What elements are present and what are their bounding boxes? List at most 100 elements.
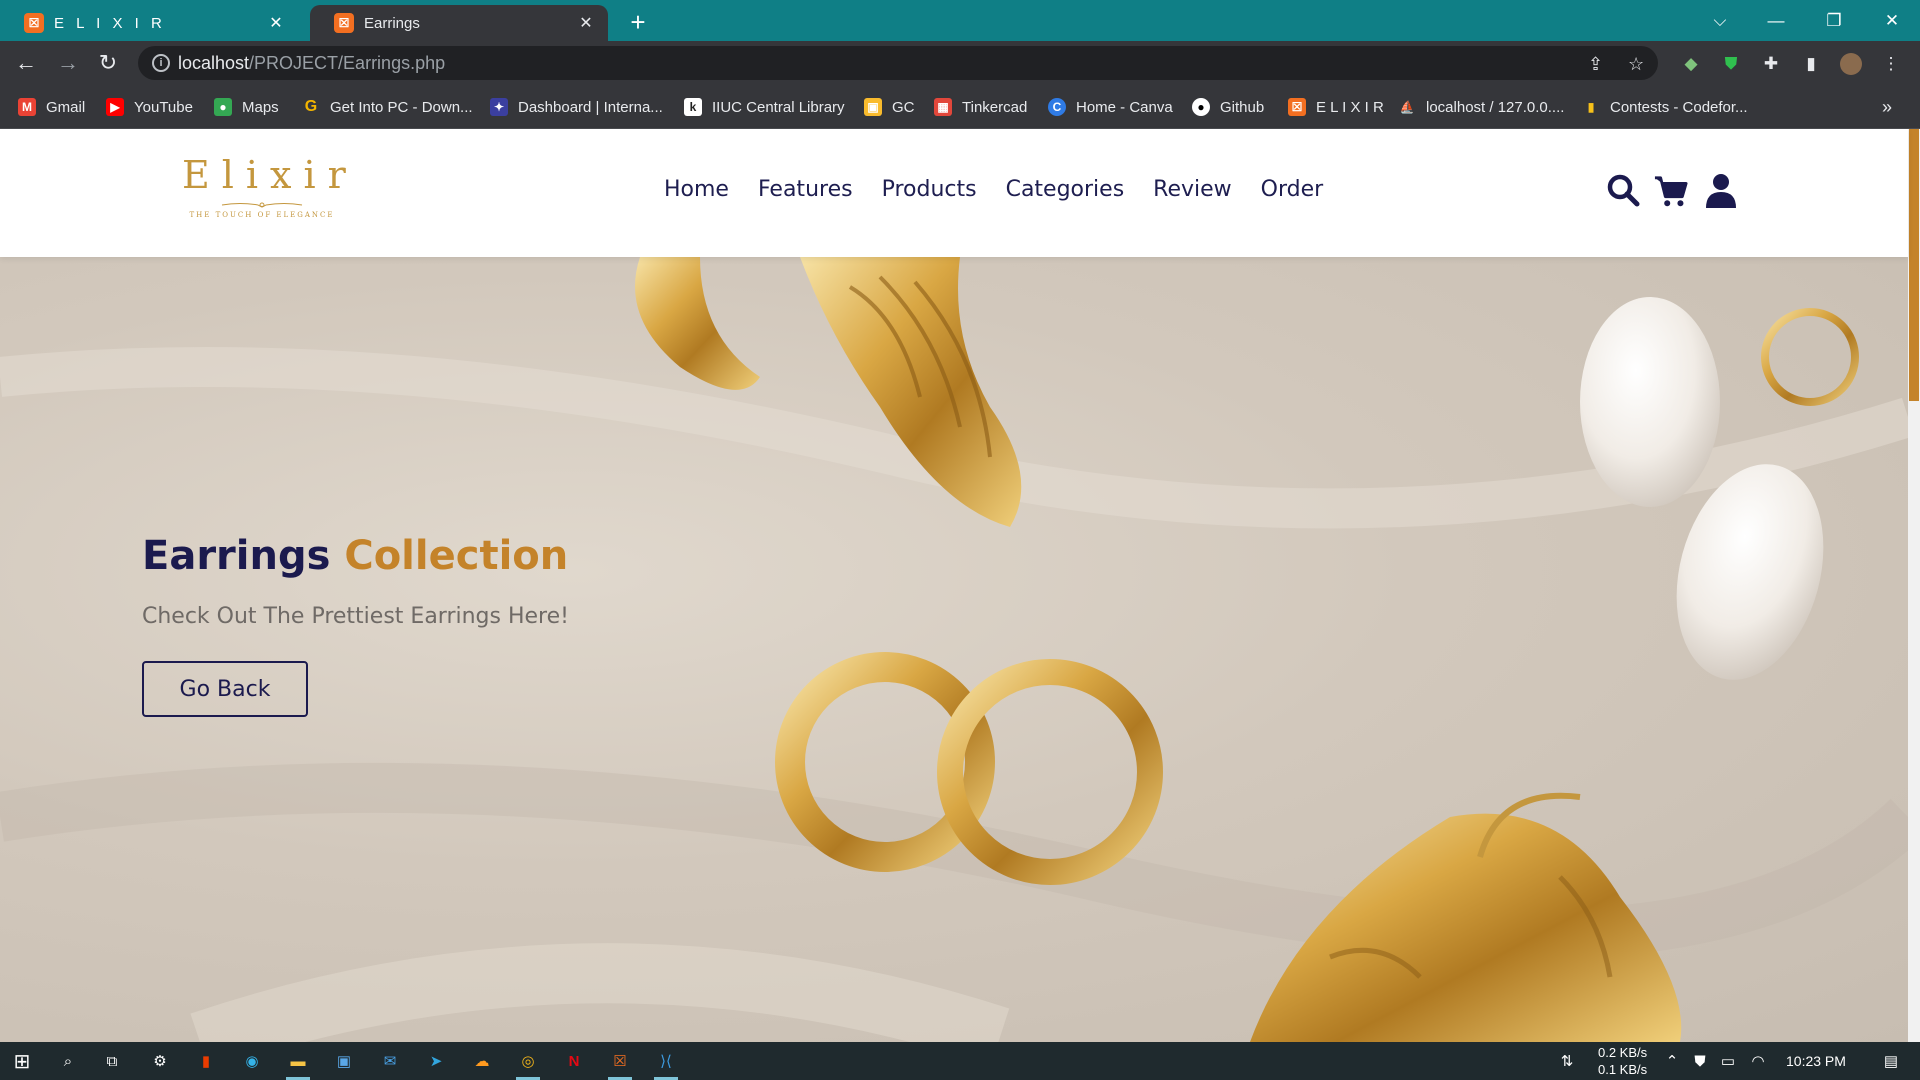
earrings-hero-image: [0, 257, 1908, 1042]
codeforces-icon: ▮: [1587, 100, 1595, 114]
canva-icon: C: [1048, 98, 1066, 116]
page-scrollbar[interactable]: [1908, 129, 1920, 1042]
bookmark-github[interactable]: ● Github: [1192, 96, 1264, 118]
bookmark-getintopc[interactable]: G Get Into PC - Down...: [302, 96, 473, 118]
bookmark-maps[interactable]: ● Maps: [214, 96, 279, 118]
vscode-icon[interactable]: ⟩⟨: [648, 1046, 684, 1080]
search-icon[interactable]: ⌕: [50, 1046, 86, 1076]
hero-title-accent: Collection: [344, 533, 569, 579]
share-icon[interactable]: ⇪: [1588, 54, 1603, 75]
bookmark-phpmyadmin[interactable]: ⛵ localhost / 127.0.0....: [1398, 96, 1565, 118]
hero-title: Earrings Collection: [142, 533, 568, 579]
hero-title-main: Earrings: [142, 533, 331, 579]
gmail-icon: M: [18, 98, 36, 116]
phpmyadmin-icon: ⛵: [1399, 100, 1415, 114]
window-close-button[interactable]: ✕: [1864, 0, 1920, 41]
extension-icon[interactable]: ◆: [1680, 53, 1702, 75]
wifi-icon[interactable]: ◠: [1746, 1046, 1770, 1076]
bookmark-dashboard[interactable]: ✦ Dashboard | Interna...: [490, 96, 663, 118]
nav-products[interactable]: Products: [882, 177, 977, 202]
kebab-menu-icon[interactable]: ⋮: [1880, 53, 1902, 75]
store-icon[interactable]: ▣: [326, 1046, 362, 1076]
bookmark-tinkercad[interactable]: ▦ Tinkercad: [934, 96, 1027, 118]
telegram-icon[interactable]: ➤: [418, 1046, 454, 1076]
close-icon[interactable]: ✕: [576, 13, 596, 33]
battery-icon[interactable]: ▭: [1716, 1046, 1740, 1076]
dashboard-icon: ✦: [490, 98, 508, 116]
nav-order[interactable]: Order: [1261, 177, 1324, 202]
defender-shield-icon[interactable]: ⛊: [1688, 1046, 1712, 1076]
side-panel-icon[interactable]: ▮: [1800, 53, 1822, 75]
nav-home[interactable]: Home: [664, 177, 729, 202]
cloud-app-icon[interactable]: ☁: [464, 1046, 500, 1076]
nav-categories[interactable]: Categories: [1006, 177, 1125, 202]
hero-subtitle: Check Out The Prettiest Earrings Here!: [142, 604, 569, 629]
forward-arrow-icon[interactable]: →: [52, 47, 84, 79]
logo-flourish-icon: [221, 202, 303, 208]
github-icon: ●: [1192, 98, 1210, 116]
network-speed-arrows-icon: ⇅: [1560, 1053, 1574, 1070]
file-explorer-icon[interactable]: ▬: [280, 1046, 316, 1080]
search-icon[interactable]: [1606, 173, 1640, 209]
hero-banner: Earrings Collection Check Out The Pretti…: [0, 257, 1908, 1042]
tab-search-chevron-icon[interactable]: ⌵: [1692, 0, 1748, 41]
profile-avatar[interactable]: [1840, 53, 1862, 75]
windows-taskbar: ⊞ ⌕ ⧉ ⚙ ▮ ◉ ▬ ▣ ✉ ➤ ☁ ◎ N ☒ ⟩⟨ ⇅ 0.2 KB/…: [0, 1042, 1920, 1080]
logo-wordmark: Elixir: [182, 153, 358, 197]
bookmark-star-icon[interactable]: ☆: [1628, 54, 1644, 75]
bookmark-youtube[interactable]: ▶ YouTube: [106, 96, 193, 118]
tab-title: E L I X I R: [54, 14, 166, 32]
clock[interactable]: 10:23 PM: [1786, 1053, 1846, 1069]
bookmark-gmail[interactable]: M Gmail: [18, 96, 85, 118]
nav-features[interactable]: Features: [758, 177, 853, 202]
bookmark-codeforces[interactable]: ▮ Contests - Codefor...: [1582, 96, 1748, 118]
office-icon[interactable]: ▮: [188, 1046, 224, 1076]
shield-extension-icon[interactable]: ⛊: [1720, 53, 1742, 75]
mail-icon[interactable]: ✉: [372, 1046, 408, 1076]
site-header: Elixir THE TOUCH OF ELEGANCE Home Featur…: [0, 129, 1908, 257]
more-bookmarks-icon[interactable]: »: [1882, 96, 1892, 118]
bookmark-elixir[interactable]: ☒ E L I X I R: [1288, 96, 1384, 118]
new-tab-button[interactable]: +: [624, 7, 652, 37]
site-info-icon[interactable]: i: [152, 54, 170, 72]
restore-button[interactable]: ❐: [1806, 0, 1862, 41]
tab-elixir[interactable]: ☒ E L I X I R ✕: [0, 5, 298, 41]
tab-title: Earrings: [364, 14, 420, 32]
bookmark-library[interactable]: k IIUC Central Library: [684, 96, 845, 118]
notifications-icon[interactable]: ▤: [1876, 1046, 1906, 1076]
address-bar[interactable]: i localhost/PROJECT/Earrings.php ⇪ ☆: [138, 46, 1658, 80]
main-nav: Home Features Products Categories Review…: [664, 177, 1323, 202]
close-icon[interactable]: ✕: [266, 13, 286, 33]
xampp-icon: ☒: [1288, 98, 1306, 116]
elixir-logo[interactable]: Elixir THE TOUCH OF ELEGANCE: [182, 153, 358, 225]
scrollbar-thumb[interactable]: [1909, 129, 1919, 401]
cart-icon[interactable]: [1654, 173, 1688, 209]
xampp-icon[interactable]: ☒: [602, 1046, 638, 1080]
go-back-button[interactable]: Go Back: [142, 661, 308, 717]
extensions-puzzle-icon[interactable]: ✚: [1760, 53, 1782, 75]
xampp-icon: ☒: [334, 13, 354, 33]
bookmark-gc[interactable]: ▣ GC: [864, 96, 915, 118]
logo-tagline: THE TOUCH OF ELEGANCE: [189, 211, 335, 219]
minimize-button[interactable]: —: [1748, 0, 1804, 41]
youtube-icon: ▶: [106, 98, 124, 116]
task-view-icon[interactable]: ⧉: [94, 1046, 130, 1076]
browser-tab-strip: ☒ E L I X I R ✕ ☒ Earrings ✕ + ⌵ — ❐ ✕: [0, 0, 1920, 41]
net-upload-rate: 0.1 KB/s: [1598, 1062, 1648, 1077]
windows-start-icon[interactable]: ⊞: [4, 1046, 40, 1076]
settings-gear-icon[interactable]: ⚙: [142, 1046, 178, 1076]
bookmarks-bar: M Gmail ▶ YouTube ● Maps G Get Into PC - Dow…: [0, 86, 1920, 129]
netflix-icon[interactable]: N: [556, 1046, 592, 1076]
tab-earrings[interactable]: ☒ Earrings ✕: [310, 5, 608, 41]
bookmark-canva[interactable]: C Home - Canva: [1048, 96, 1173, 118]
user-icon[interactable]: [1704, 173, 1738, 209]
tinkercad-icon: ▦: [934, 98, 952, 116]
back-arrow-icon[interactable]: ←: [10, 47, 42, 79]
nav-review[interactable]: Review: [1153, 177, 1232, 202]
browser-toolbar: ← → ↻ i localhost/PROJECT/Earrings.php ⇪…: [0, 41, 1920, 86]
url-text: localhost/PROJECT/Earrings.php: [178, 53, 446, 73]
chrome-icon[interactable]: ◎: [510, 1046, 546, 1080]
edge-icon[interactable]: ◉: [234, 1046, 270, 1076]
show-hidden-icons-chevron-icon[interactable]: ⌃: [1660, 1046, 1684, 1076]
reload-icon[interactable]: ↻: [92, 47, 124, 79]
